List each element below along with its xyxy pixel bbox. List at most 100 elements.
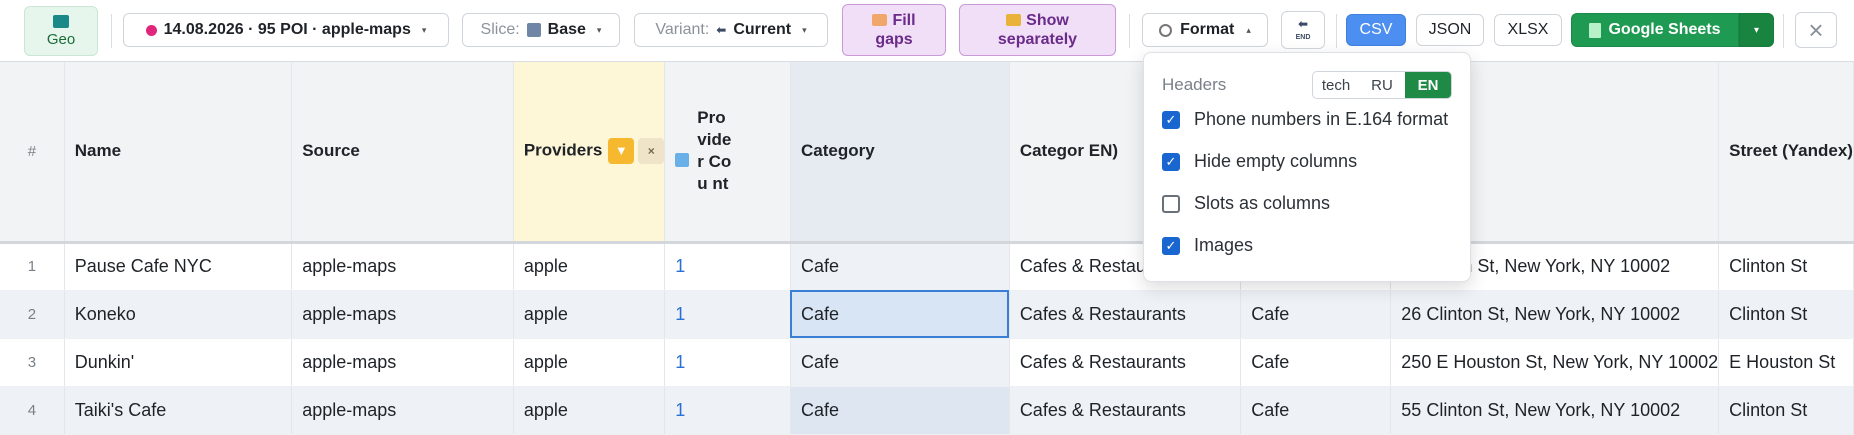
map-book-icon (53, 14, 69, 28)
cell-providers[interactable]: apple (513, 386, 666, 435)
format-label: Format (1180, 21, 1235, 38)
cell-category-yandex[interactable]: Cafe (1240, 386, 1392, 435)
option-e164[interactable]: ✓ Phone numbers in E.164 format (1162, 109, 1448, 130)
cell-provider-count[interactable]: 1 (664, 386, 791, 435)
cell-street[interactable]: Clinton St (1718, 386, 1854, 435)
column-header-category[interactable]: Category (790, 62, 1010, 244)
column-header-index[interactable]: # (0, 62, 65, 244)
google-sheets-button[interactable]: Google Sheets (1571, 13, 1739, 47)
cell-address[interactable]: 250 E Houston St, New York, NY 10002 (1390, 338, 1720, 387)
show-separately-button[interactable]: Show separately (959, 4, 1116, 56)
end-toggle-button[interactable]: ⬅ END (1281, 11, 1325, 49)
header-language-toggle: tech RU EN (1312, 71, 1452, 99)
bandage-icon (872, 14, 888, 26)
table-row[interactable]: 3 Dunkin' apple-maps apple 1 Cafe Cafes … (0, 338, 1854, 387)
cell-source[interactable]: apple-maps (291, 242, 514, 291)
json-button[interactable]: JSON (1416, 14, 1484, 46)
chevron-down-icon: ▾ (421, 24, 427, 35)
cell-name[interactable]: Dunkin' (64, 338, 293, 387)
column-header-providers[interactable]: Providers ▼ × (513, 62, 666, 244)
cell-street[interactable]: Clinton St (1718, 290, 1854, 339)
row-number: 3 (0, 338, 65, 387)
cell-provider-count[interactable]: 1 (664, 290, 791, 339)
cell-name[interactable]: Taiki's Cafe (64, 386, 293, 435)
numeric-icon (675, 153, 690, 168)
variant-value: Current (733, 21, 792, 38)
cell-category-en[interactable]: Cafes & Restaurants (1009, 338, 1242, 387)
gear-icon (1159, 23, 1173, 37)
column-header-provider-count[interactable]: Pro vide r Cou nt (664, 62, 791, 244)
chevron-down-icon: ▾ (596, 24, 602, 35)
option-slots-as-columns[interactable]: Slots as columns (1162, 193, 1330, 214)
csv-button[interactable]: CSV (1346, 14, 1406, 46)
divider (1129, 14, 1130, 48)
cell-category[interactable]: Cafe (790, 242, 1010, 291)
checkbox-checked[interactable]: ✓ (1162, 152, 1180, 171)
provider-count-header-label: Pro vide r Cou nt (697, 108, 732, 194)
show-separately-line2: separately (997, 31, 1078, 48)
cell-category-yandex[interactable]: Cafe (1240, 290, 1392, 339)
dataset-label: 14.08.2026 · 95 POI · apple-maps (163, 21, 411, 38)
table-row[interactable]: 2 Koneko apple-maps apple 1 Cafe Cafes &… (0, 290, 1854, 339)
filter-icon[interactable]: ▼ (608, 138, 635, 165)
headers-label: Headers (1162, 75, 1227, 94)
cell-category-yandex[interactable]: Cafe (1240, 338, 1392, 387)
option-label: Images (1194, 235, 1254, 255)
lang-option-tech[interactable]: tech (1313, 72, 1359, 98)
format-popup: Headers tech RU EN ✓ Phone numbers in E.… (1143, 52, 1471, 282)
table-row[interactable]: 1 Pause Cafe NYC apple-maps apple 1 Cafe… (0, 242, 1854, 291)
variant-selector[interactable]: Variant: ⬅ Current ▾ (634, 13, 828, 47)
cell-street[interactable]: E Houston St (1718, 338, 1854, 387)
divider (111, 14, 112, 48)
slice-value: Base (547, 21, 586, 38)
column-header-source[interactable]: Source (291, 62, 514, 244)
format-button[interactable]: Format ▴ (1142, 13, 1268, 47)
cell-providers[interactable]: apple (513, 338, 666, 387)
divider (1783, 14, 1784, 48)
slice-selector[interactable]: Slice: Base ▾ (462, 13, 620, 47)
cell-street[interactable]: Clinton St (1718, 242, 1854, 291)
chevron-down-icon: ▾ (802, 24, 807, 35)
column-header-street[interactable]: Street (Yandex) (1718, 62, 1854, 244)
checkbox-checked[interactable]: ✓ (1162, 110, 1180, 129)
clear-filter-icon[interactable]: × (638, 138, 664, 165)
dataset-selector[interactable]: 14.08.2026 · 95 POI · apple-maps ▾ (123, 13, 449, 47)
divider (1336, 14, 1337, 48)
row-number: 4 (0, 386, 65, 435)
cell-source[interactable]: apple-maps (291, 338, 514, 387)
cell-providers[interactable]: apple (513, 242, 666, 291)
cell-category[interactable]: Cafe (790, 338, 1010, 387)
cell-category-en[interactable]: Cafes & Restaurants (1009, 290, 1242, 339)
folder-icon (1006, 14, 1022, 26)
cell-category-en[interactable]: Cafes & Restaurants (1009, 386, 1242, 435)
google-sheets-dropdown[interactable]: ▾ (1739, 13, 1774, 47)
lang-option-ru[interactable]: RU (1359, 72, 1405, 98)
option-label: Slots as columns (1194, 193, 1331, 213)
table-row[interactable]: 4 Taiki's Cafe apple-maps apple 1 Cafe C… (0, 386, 1854, 435)
cell-name[interactable]: Pause Cafe NYC (64, 242, 293, 291)
option-label: Phone numbers in E.164 format (1194, 109, 1449, 129)
cell-name[interactable]: Koneko (64, 290, 293, 339)
close-button[interactable]: × (1795, 12, 1837, 48)
lang-option-en[interactable]: EN (1405, 72, 1451, 98)
column-header-name[interactable]: Name (64, 62, 293, 244)
checkbox-unchecked[interactable] (1162, 194, 1180, 213)
geo-button[interactable]: Geo (24, 6, 98, 56)
fill-gaps-button[interactable]: Fill gaps (842, 4, 946, 56)
xlsx-button[interactable]: XLSX (1494, 14, 1562, 46)
cell-category-selected[interactable]: Cafe (790, 290, 1010, 339)
cell-source[interactable]: apple-maps (291, 386, 514, 435)
checkbox-checked[interactable]: ✓ (1162, 236, 1180, 255)
cell-provider-count[interactable]: 1 (664, 338, 791, 387)
option-hide-empty-columns[interactable]: ✓ Hide empty columns (1162, 151, 1357, 172)
cell-address[interactable]: 26 Clinton St, New York, NY 10002 (1390, 290, 1720, 339)
cell-source[interactable]: apple-maps (291, 290, 514, 339)
cell-providers[interactable]: apple (513, 290, 666, 339)
slice-prefix: Slice: (480, 21, 520, 38)
cell-category[interactable]: Cafe (790, 386, 1010, 435)
building-icon (526, 23, 541, 37)
cell-provider-count[interactable]: 1 (664, 242, 791, 291)
option-images[interactable]: ✓ Images (1162, 235, 1253, 256)
row-number: 2 (0, 290, 65, 339)
cell-address[interactable]: 55 Clinton St, New York, NY 10002 (1390, 386, 1720, 435)
